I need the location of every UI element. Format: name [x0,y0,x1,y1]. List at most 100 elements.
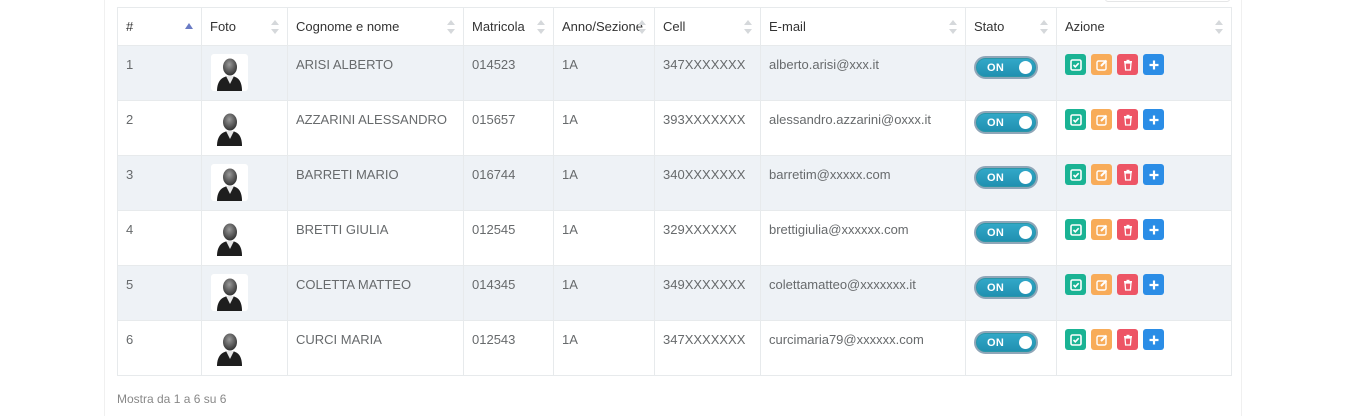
student-email: alberto.arisi@xxx.it [760,45,966,101]
trash-icon [1123,334,1132,346]
delete-button[interactable] [1117,109,1138,130]
check-square-icon [1069,168,1082,181]
table-row: 4 BRETTI GIULIA 012545 1A 329XXXXXX bret… [117,210,1232,266]
pencil-square-icon [1095,334,1107,346]
row-number: 6 [117,320,202,376]
student-name: COLETTA MATTEO [287,265,464,321]
column-header-cell[interactable]: Cell [654,7,761,46]
pencil-square-icon [1095,279,1107,291]
photo-cell [201,210,288,266]
status-cell: ON [965,265,1057,321]
status-toggle[interactable]: ON [974,331,1038,354]
status-toggle[interactable]: ON [974,111,1038,134]
column-header-stato[interactable]: Stato [965,7,1057,46]
check-square-icon [1069,223,1082,236]
table-row: 3 BARRETI MARIO 016744 1A 340XXXXXXX bar… [117,155,1232,211]
edit-button[interactable] [1091,109,1112,130]
student-anno-sezione: 1A [553,100,655,156]
delete-button[interactable] [1117,219,1138,240]
delete-button[interactable] [1117,329,1138,350]
student-matricola: 014345 [463,265,554,321]
page-size-select[interactable] [1105,0,1230,2]
column-header-email[interactable]: E-mail [760,7,966,46]
toggle-knob [1019,61,1032,74]
edit-button[interactable] [1091,164,1112,185]
status-toggle[interactable]: ON [974,56,1038,79]
row-number: 2 [117,100,202,156]
pencil-square-icon [1095,224,1107,236]
student-email: colettamatteo@xxxxxxx.it [760,265,966,321]
student-name: BRETTI GIULIA [287,210,464,266]
user-avatar-icon[interactable] [211,274,248,311]
student-email: alessandro.azzarini@oxxx.it [760,100,966,156]
student-cell: 347XXXXXXX [654,45,761,101]
delete-button[interactable] [1117,164,1138,185]
status-cell: ON [965,210,1057,266]
row-number: 1 [117,45,202,101]
status-toggle[interactable]: ON [974,221,1038,244]
column-header-foto[interactable]: Foto [201,7,288,46]
trash-icon [1123,169,1132,181]
user-avatar-icon[interactable] [211,109,248,146]
view-button[interactable] [1065,54,1086,75]
status-cell: ON [965,155,1057,211]
pencil-square-icon [1095,114,1107,126]
column-header-label: Cognome e nome [296,19,400,34]
actions-cell [1056,265,1232,321]
user-avatar-icon[interactable] [211,329,248,366]
add-button[interactable] [1143,219,1164,240]
view-button[interactable] [1065,109,1086,130]
row-number: 5 [117,265,202,321]
table-body: 1 ARISI ALBERTO 014523 1A 347XXXXXXX alb… [117,45,1232,376]
status-toggle[interactable]: ON [974,276,1038,299]
edit-button[interactable] [1091,219,1112,240]
add-button[interactable] [1143,274,1164,295]
delete-button[interactable] [1117,274,1138,295]
students-table: # Foto Cognome e nome Matricola Anno/Sez… [117,7,1232,376]
table-row: 1 ARISI ALBERTO 014523 1A 347XXXXXXX alb… [117,45,1232,101]
edit-button[interactable] [1091,274,1112,295]
user-avatar-icon[interactable] [211,164,248,201]
column-header-anno[interactable]: Anno/Sezione [553,7,655,46]
student-cell: 347XXXXXXX [654,320,761,376]
column-header-label: Stato [974,19,1005,34]
actions-cell [1056,210,1232,266]
column-header-matricola[interactable]: Matricola [463,7,554,46]
row-number: 4 [117,210,202,266]
view-button[interactable] [1065,164,1086,185]
toggle-knob [1019,171,1032,184]
view-button[interactable] [1065,219,1086,240]
column-header-num[interactable]: # [117,7,202,46]
student-cell: 349XXXXXXX [654,265,761,321]
table-row: 2 AZZARINI ALESSANDRO 015657 1A 393XXXXX… [117,100,1232,156]
status-cell: ON [965,100,1057,156]
view-button[interactable] [1065,274,1086,295]
student-matricola: 015657 [463,100,554,156]
photo-cell [201,45,288,101]
actions-cell [1056,45,1232,101]
column-header-label: Azione [1065,19,1105,34]
user-avatar-icon[interactable] [211,54,248,91]
column-header-name[interactable]: Cognome e nome [287,7,464,46]
delete-button[interactable] [1117,54,1138,75]
add-button[interactable] [1143,329,1164,350]
sort-icon [537,19,545,34]
trash-icon [1123,114,1132,126]
toggle-knob [1019,116,1032,129]
user-avatar-icon[interactable] [211,219,248,256]
add-button[interactable] [1143,164,1164,185]
column-header-label: E-mail [769,19,806,34]
add-button[interactable] [1143,54,1164,75]
actions-cell [1056,100,1232,156]
status-toggle[interactable]: ON [974,166,1038,189]
status-toggle-label: ON [987,282,1005,294]
trash-icon [1123,59,1132,71]
column-header-label: Anno/Sezione [562,19,643,34]
edit-button[interactable] [1091,329,1112,350]
column-header-azione[interactable]: Azione [1056,7,1232,46]
student-name: ARISI ALBERTO [287,45,464,101]
edit-button[interactable] [1091,54,1112,75]
view-button[interactable] [1065,329,1086,350]
toggle-knob [1019,281,1032,294]
add-button[interactable] [1143,109,1164,130]
